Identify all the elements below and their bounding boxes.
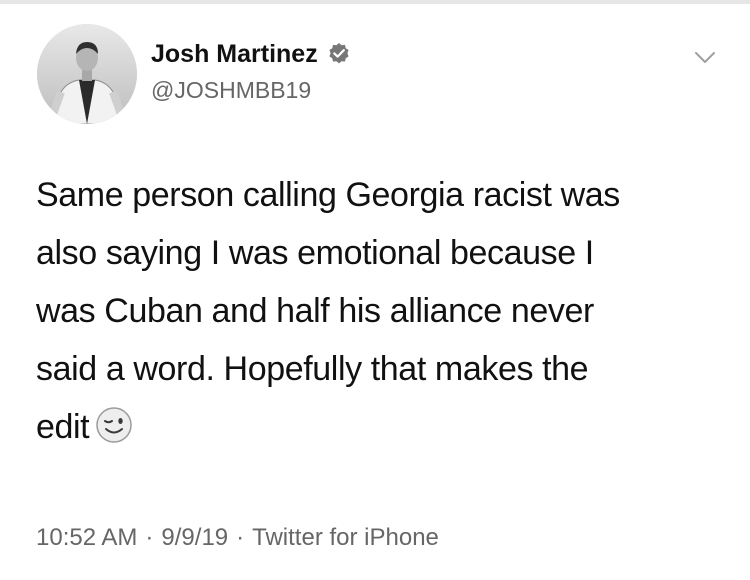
verified-badge-icon xyxy=(327,42,351,66)
tweet-last-line: edit xyxy=(36,398,726,456)
top-divider xyxy=(0,0,750,4)
tweet-source-link[interactable]: Twitter for iPhone xyxy=(252,524,439,551)
tweet-card: Josh Martinez @JOSHMBB19 Same person cal… xyxy=(0,0,750,580)
wink-emoji-icon xyxy=(95,404,133,443)
tweet-time: 10:52 AM xyxy=(36,524,138,551)
tweet-line: Same person calling Georgia racist was xyxy=(36,176,620,214)
tweet-meta: 10:52 AM · 9/9/19 · Twitter for iPhone xyxy=(36,523,439,553)
user-handle[interactable]: @JOSHMBB19 xyxy=(151,77,311,103)
tweet-line: was Cuban and half his alliance never xyxy=(36,292,594,330)
tweet-text: Same person calling Georgia racist was a… xyxy=(36,166,726,456)
tweet-line: also saying I was emotional because I xyxy=(36,234,594,272)
meta-separator: · xyxy=(236,524,245,551)
author-name-row[interactable]: Josh Martinez xyxy=(151,40,351,68)
tweet-line: said a word. Hopefully that makes the xyxy=(36,350,589,388)
tweet-date: 9/9/19 xyxy=(161,524,229,551)
tweet-line: edit xyxy=(36,408,90,446)
avatar[interactable] xyxy=(37,24,137,124)
chevron-down-icon[interactable] xyxy=(693,50,717,66)
meta-separator: · xyxy=(145,524,154,551)
display-name[interactable]: Josh Martinez xyxy=(151,40,318,68)
